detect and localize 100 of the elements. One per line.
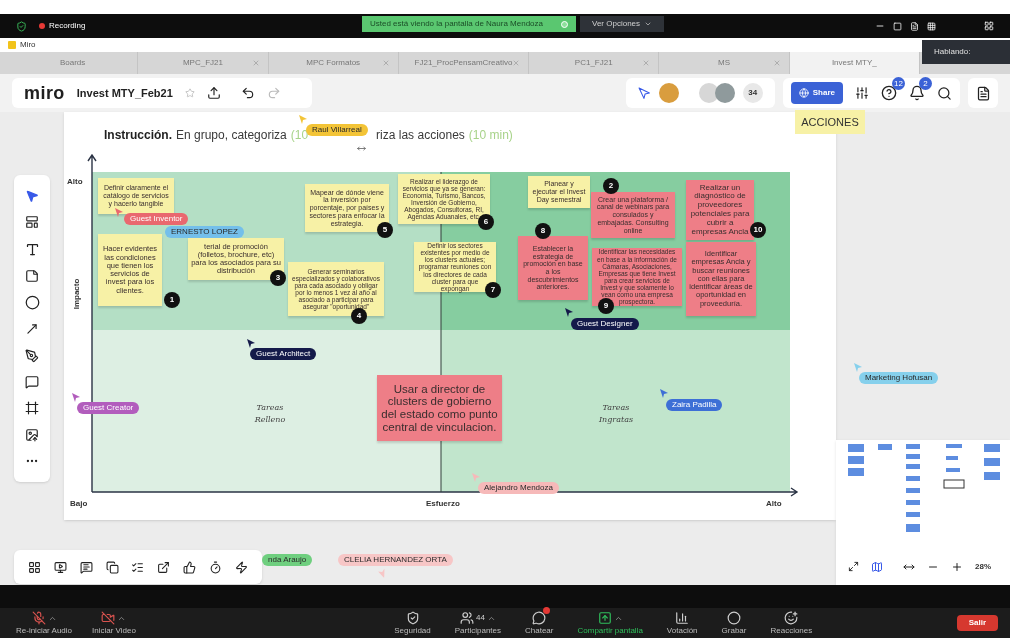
app-title: Miro — [20, 39, 36, 51]
pen-icon[interactable] — [25, 348, 39, 363]
globe-icon — [798, 88, 809, 98]
frame-icon[interactable] — [28, 560, 42, 574]
cursor-icon — [565, 308, 573, 317]
meeting-control[interactable]: Re-iniciar Audio — [12, 611, 77, 635]
view-options-button[interactable]: Ver Opciones — [580, 16, 665, 32]
app-logo-icon — [8, 41, 16, 49]
window-icon[interactable] — [893, 21, 902, 31]
template-icon[interactable] — [25, 215, 39, 230]
people-icon — [459, 611, 474, 625]
lightning-icon[interactable] — [234, 560, 248, 574]
cursor-icon — [854, 363, 862, 372]
quadrant-label: Tareas Ingratas — [597, 402, 635, 426]
browser-tab[interactable]: Invest MTY_ — [789, 52, 920, 74]
shield-icon — [405, 611, 420, 625]
presentation-icon[interactable] — [54, 560, 68, 574]
comment-icon[interactable] — [79, 560, 93, 574]
shape-icon[interactable] — [24, 295, 40, 311]
upload-icon[interactable] — [25, 427, 39, 442]
board-name: Invest MTY_Feb21 — [76, 85, 173, 101]
cursor-icon — [115, 208, 123, 217]
user-label: Guest Architect — [250, 348, 317, 360]
participant-count: 44 — [475, 612, 485, 624]
shield-icon — [16, 20, 27, 32]
quadrant-label: Tareas Relleno — [253, 402, 287, 426]
meeting-control[interactable]: Votación — [662, 611, 702, 635]
frame-icon[interactable] — [25, 401, 39, 416]
list-icon[interactable] — [910, 21, 919, 31]
user-label: Zaira Padilla — [666, 399, 723, 411]
notification-badge: 12 — [892, 77, 905, 90]
copy-icon[interactable] — [105, 560, 119, 574]
collaborator-count[interactable]: 34 — [742, 83, 763, 103]
miro-logo: miro — [24, 81, 65, 105]
user-label: Alejandro Mendoza — [478, 482, 559, 494]
zoom-level: 28% — [975, 560, 991, 573]
comment-icon[interactable] — [25, 375, 39, 389]
timer-icon[interactable] — [208, 560, 222, 574]
share-screen-icon — [597, 611, 612, 625]
search-icon[interactable] — [937, 85, 952, 101]
sticky-note[interactable]: Realizar un diagnóstico de proveedores potenciales para cubrir a empresas Ancla — [686, 180, 754, 240]
meeting-control[interactable]: Seguridad — [390, 611, 435, 635]
muted-microphone-icon — [31, 611, 46, 625]
sticky-note[interactable]: ACCIONES — [795, 110, 865, 134]
sticky-note-icon[interactable] — [25, 268, 39, 283]
thumbs-up-icon[interactable] — [182, 560, 196, 574]
cursor-icon — [660, 389, 668, 398]
avatar[interactable] — [698, 83, 719, 103]
user-label: ERNESTO LOPEZ — [165, 226, 244, 238]
number-badge: 4 — [351, 308, 367, 324]
leave-button[interactable]: Salir — [956, 615, 998, 631]
meeting-control[interactable]: Compartir pantalla — [573, 611, 647, 635]
caret-icon — [644, 20, 653, 28]
meeting-control[interactable]: 44 Participantes — [450, 611, 505, 635]
notes-icon[interactable] — [975, 85, 991, 101]
smiley-icon — [784, 611, 799, 625]
record-icon — [727, 611, 741, 625]
axis-label: Alto — [67, 176, 83, 188]
chat-bubble-icon — [532, 611, 547, 625]
cursor-icon[interactable] — [637, 86, 651, 100]
settings-icon[interactable] — [855, 86, 869, 100]
meeting-control[interactable]: Chatear — [521, 611, 558, 635]
undo-icon[interactable] — [240, 86, 255, 100]
grid-icon[interactable] — [927, 21, 936, 31]
user-label: Guest Inventor — [124, 213, 189, 225]
notification-icon[interactable] — [909, 85, 925, 101]
speaking-label: Hablando: — [934, 46, 971, 58]
view-icon[interactable] — [984, 21, 994, 31]
bar-chart-icon — [675, 611, 690, 625]
pointer-icon[interactable] — [25, 189, 39, 204]
meeting-control[interactable]: Grabar — [717, 611, 751, 635]
avatar[interactable] — [714, 83, 735, 103]
meeting-control[interactable]: Reacciones — [766, 611, 817, 635]
arrow-icon[interactable] — [25, 322, 39, 337]
share-button[interactable]: Share — [790, 82, 843, 104]
axis-title: Esfuerzo — [426, 498, 460, 510]
recording-label: Recording — [49, 20, 86, 32]
axis-label: Alto — [766, 498, 782, 510]
user-label: nda Araujo — [262, 554, 313, 566]
sticky-note[interactable]: Usar a director de clusters de gobierno del estado como punto central de vinculacion. — [377, 375, 502, 441]
fit-screen-icon[interactable] — [848, 561, 859, 572]
banner-text: Usted está viendo la pantalla de Naura Mendoza — [370, 18, 543, 30]
user-label: CLELIA HERNANDEZ ORTA — [338, 554, 453, 566]
zoom-in-icon[interactable] — [951, 560, 963, 573]
user-label: Guest Designer — [571, 318, 639, 330]
export-icon[interactable] — [206, 86, 221, 100]
star-icon[interactable] — [184, 88, 195, 98]
share-icon[interactable] — [157, 560, 171, 574]
resize-icon — [357, 144, 366, 153]
cursor-icon — [72, 393, 80, 402]
text-icon[interactable] — [24, 241, 40, 257]
instruction-text: riza las acciones (10 min) — [376, 127, 514, 144]
cursor-icon — [299, 115, 307, 124]
video-off-icon — [101, 611, 116, 625]
list-icon[interactable] — [131, 560, 145, 574]
meeting-control[interactable]: Iniciar Video — [88, 611, 140, 635]
map-icon[interactable] — [871, 560, 883, 573]
help-icon[interactable] — [881, 85, 897, 101]
user-label: Guest Creator — [77, 402, 140, 414]
axis-title: Impacto — [71, 278, 83, 310]
